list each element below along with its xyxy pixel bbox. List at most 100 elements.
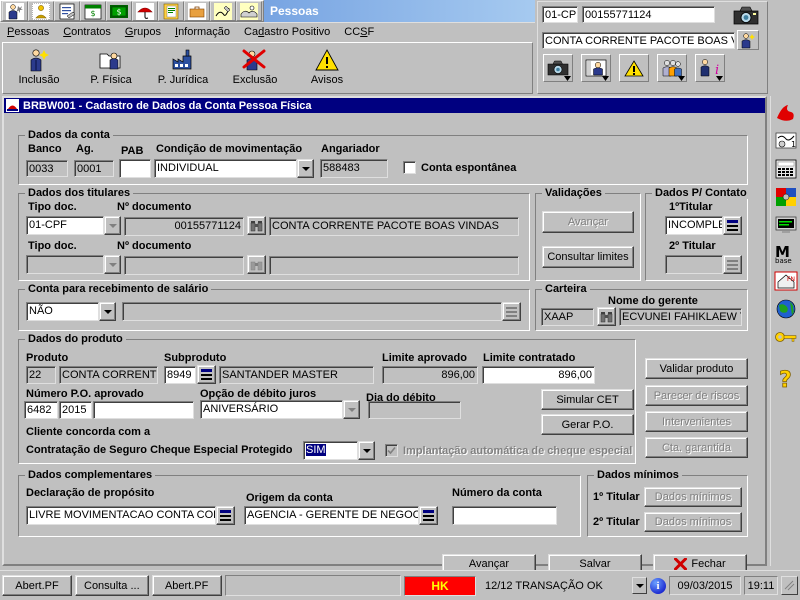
menu-ccsf[interactable]: CCSF xyxy=(337,24,381,40)
briefcase-icon[interactable] xyxy=(184,1,210,21)
input-nome-titular-1[interactable]: CONTA CORRENTE PACOTE BOAS VINDAS xyxy=(269,217,519,236)
calculator-icon[interactable] xyxy=(773,156,799,182)
cta-garantida-button[interactable]: Cta. garantida xyxy=(645,437,748,458)
signature-card-icon[interactable]: 1 xyxy=(773,128,799,154)
field-conta-salario-detail[interactable] xyxy=(122,302,521,321)
list-lookup-icon-declaracao[interactable] xyxy=(216,506,235,525)
person-info-icon[interactable]: i xyxy=(695,54,725,82)
list-lookup-icon-1[interactable] xyxy=(723,216,742,235)
list-lookup-icon-origem[interactable] xyxy=(419,506,438,525)
taskbar-tab-abertpf-2[interactable]: Abert.PF xyxy=(151,575,222,596)
info-icon[interactable]: i xyxy=(650,577,666,594)
select-conta-salario[interactable]: NÃO xyxy=(26,302,116,321)
santander-flame-icon[interactable] xyxy=(773,100,799,126)
gerar-po-button[interactable]: Gerar P.O. xyxy=(541,414,634,435)
menu-contratos[interactable]: Contratos xyxy=(56,24,118,40)
validar-produto-button[interactable]: Validar produto xyxy=(645,358,748,379)
input-po-ano[interactable]: 2015 xyxy=(59,401,92,419)
menu-cadastro-positivo[interactable]: Cadastro Positivo xyxy=(237,24,337,40)
consultar-limites-button[interactable]: Consultar limites xyxy=(542,246,634,268)
handshake-icon[interactable] xyxy=(236,1,262,21)
group-people-icon[interactable] xyxy=(657,54,687,82)
input-contato-titular-2[interactable] xyxy=(665,255,723,274)
input-ag[interactable]: 0001 xyxy=(74,160,114,177)
input-contato-titular-1[interactable]: INCOMPLETO xyxy=(665,216,723,235)
person-card-icon[interactable] xyxy=(28,1,54,21)
chevron-down-icon[interactable] xyxy=(343,400,360,419)
calendar-money-icon[interactable]: $ xyxy=(80,1,106,21)
chevron-down-icon[interactable] xyxy=(632,577,647,594)
input-nome-titular-2[interactable] xyxy=(269,256,519,275)
input-pab[interactable] xyxy=(119,159,151,178)
input-limite-aprovado[interactable]: 896,00 xyxy=(382,366,478,384)
input-po-numero[interactable]: 6482 xyxy=(24,401,58,419)
input-conta-salario-detail[interactable] xyxy=(122,302,502,321)
toolbar-pfisica[interactable]: P. Física xyxy=(75,46,147,92)
field-contato-titular-1[interactable]: INCOMPLETO xyxy=(665,216,742,235)
key-icon[interactable] xyxy=(773,324,799,350)
book-icon[interactable] xyxy=(158,1,184,21)
toolbar-pjuridica[interactable]: P. Jurídica xyxy=(147,46,219,92)
taskbar-tab-consulta[interactable]: Consulta ... xyxy=(75,575,149,596)
select-condicao-movimentacao[interactable]: INDIVIDUAL xyxy=(154,159,314,178)
simular-cet-button[interactable]: Simular CET xyxy=(541,389,634,410)
signature-pen-icon[interactable] xyxy=(210,1,236,21)
taskbar-tab-abertpf-1[interactable]: Abert.PF xyxy=(2,575,72,596)
avancar-validacao-button[interactable]: Avançar xyxy=(542,211,634,233)
checkbox-box[interactable] xyxy=(403,161,416,174)
list-lookup-icon-subproduto[interactable] xyxy=(197,365,216,384)
binoculars-lookup-icon-1[interactable] xyxy=(247,216,266,235)
globe-icon[interactable] xyxy=(773,296,799,322)
input-subproduto-nome[interactable]: SANTANDER MASTER xyxy=(219,366,374,384)
warning-triangle-icon[interactable] xyxy=(619,54,649,82)
menu-grupos[interactable]: Grupos xyxy=(118,24,168,40)
checkbox-conta-espontanea[interactable]: Conta espontânea xyxy=(403,161,516,174)
field-contato-titular-2[interactable] xyxy=(665,255,742,274)
select-seguro-cheque[interactable]: SIM xyxy=(303,441,375,460)
chevron-down-icon[interactable] xyxy=(104,255,121,274)
input-subproduto-codigo[interactable]: 8949 xyxy=(164,366,196,384)
camera-icon[interactable] xyxy=(543,54,573,82)
input-po-extra[interactable] xyxy=(93,401,194,419)
input-numero-conta[interactable] xyxy=(452,506,557,525)
document-list-icon[interactable] xyxy=(54,1,80,21)
chevron-down-icon[interactable] xyxy=(358,441,375,460)
checkbox-implantacao-automatica[interactable]: Implantação automática de cheque especia… xyxy=(385,444,632,457)
dados-minimos-titular-2-button[interactable]: Dados mínimos xyxy=(644,512,742,532)
input-dia-debito[interactable] xyxy=(368,401,461,419)
input-banco[interactable]: 0033 xyxy=(26,160,68,177)
person-icon[interactable] xyxy=(737,30,759,50)
select-tipo-doc-1[interactable]: 01-CPF xyxy=(26,216,121,235)
list-lookup-icon-2[interactable] xyxy=(723,255,742,274)
input-num-documento-2[interactable] xyxy=(124,256,244,275)
field-origem-conta[interactable]: AGENCIA - GERENTE DE NEGOCIO xyxy=(244,506,438,525)
input-produto-codigo[interactable]: 22 xyxy=(26,366,56,384)
umbrella-icon[interactable] xyxy=(132,1,158,21)
help-question-icon[interactable]: ? xyxy=(773,366,799,392)
header-doc-number[interactable]: 00155771124 xyxy=(582,6,715,23)
select-opcao-debito-juros[interactable]: ANIVERSÁRIO xyxy=(200,400,360,419)
monitor-terminal-icon[interactable] xyxy=(773,212,799,238)
input-carteira-codigo[interactable]: XAAP xyxy=(541,308,594,326)
input-nome-gerente[interactable]: ECVUNEI FAHIKLAEW TA xyxy=(619,308,742,326)
intervenientes-button[interactable]: Intervenientes xyxy=(645,411,748,432)
toolbar-exclusao[interactable]: Exclusão xyxy=(219,46,291,92)
input-produto-nome[interactable]: CONTA CORRENTE xyxy=(59,366,158,384)
person-settings-icon[interactable] xyxy=(2,1,28,21)
header-doc-type[interactable]: 01-CPF xyxy=(542,6,578,23)
camera-icon[interactable] xyxy=(731,4,761,29)
checkbox-box[interactable] xyxy=(385,444,398,457)
field-declaracao-proposito[interactable]: LIVRE MOVIMENTACAO CONTA CORRENTE xyxy=(26,506,235,525)
chevron-down-icon[interactable] xyxy=(297,159,314,178)
toolbar-avisos[interactable]: Avisos xyxy=(291,46,363,92)
dados-minimos-titular-1-button[interactable]: Dados mínimos xyxy=(644,487,742,507)
input-num-documento-1[interactable]: 00155771124 xyxy=(124,217,244,236)
input-origem-conta[interactable]: AGENCIA - GERENTE DE NEGOCIO xyxy=(244,506,419,525)
money-stack-icon[interactable]: $ xyxy=(106,1,132,21)
parecer-de-riscos-button[interactable]: Parecer de riscos xyxy=(645,385,748,406)
menu-pessoas[interactable]: PPessoasessoas xyxy=(0,24,56,40)
input-declaracao-proposito[interactable]: LIVRE MOVIMENTACAO CONTA CORRENTE xyxy=(26,506,216,525)
list-lookup-icon-salario[interactable] xyxy=(502,302,521,321)
resize-grip-icon[interactable] xyxy=(781,576,798,595)
chevron-down-icon[interactable] xyxy=(99,302,116,321)
